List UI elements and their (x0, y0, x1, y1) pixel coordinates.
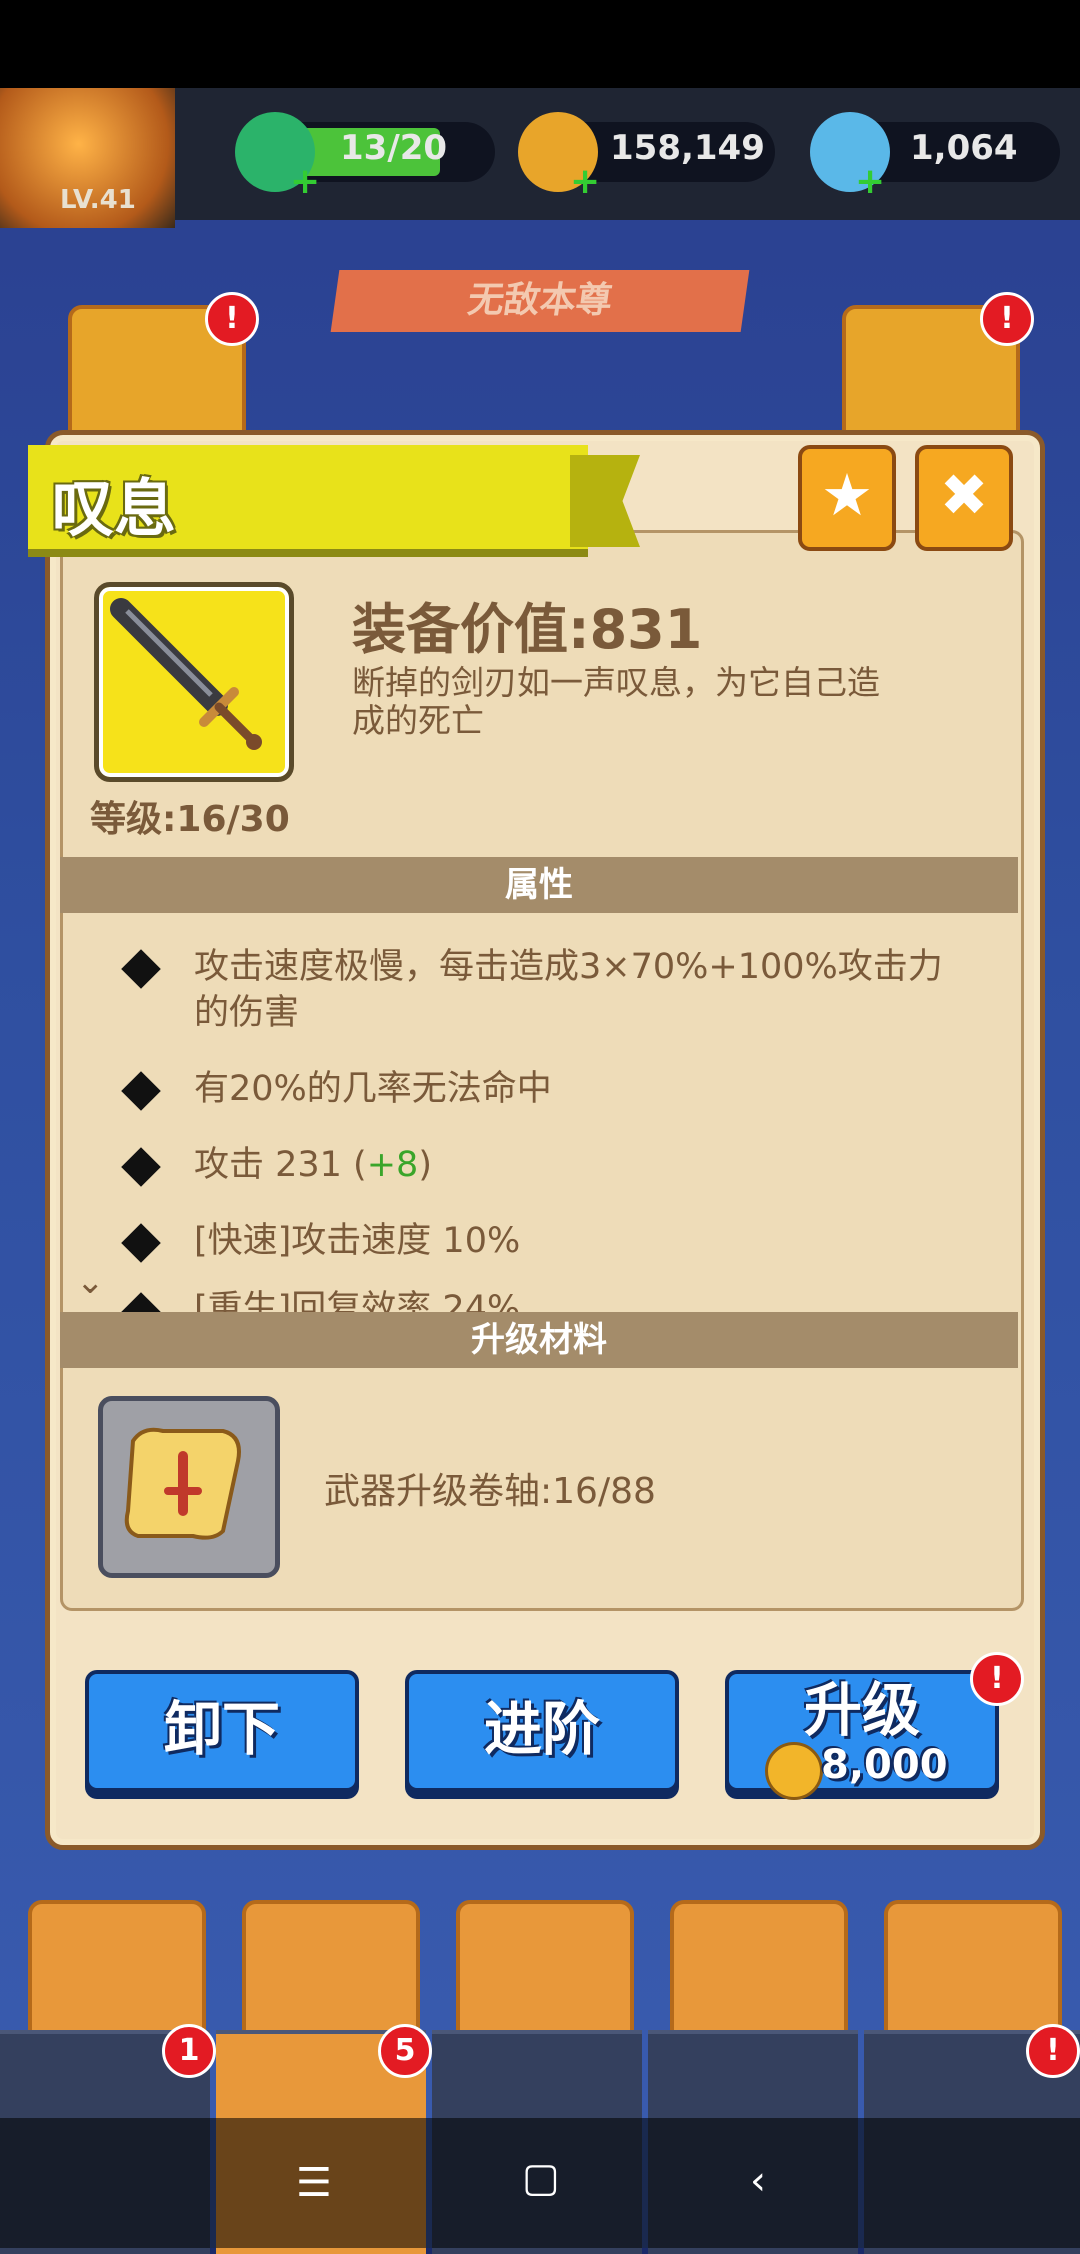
star-icon: ★ (821, 461, 873, 529)
attack-label: 攻击 231 ( (194, 1145, 367, 1185)
gold-coin-icon (765, 1742, 823, 1800)
attributes-header: 属性 (60, 857, 1018, 913)
item-description: 断掉的剑刃如一声叹息，为它自己造成的死亡 (352, 663, 880, 740)
upgrade-alert-badge: ! (970, 1652, 1024, 1706)
upgrade-label: 升级 (803, 1676, 920, 1744)
hero-badge: 5 (378, 2024, 432, 2078)
unequip-button[interactable]: 卸下 (85, 1670, 359, 1792)
add-gold-icon[interactable]: + (570, 164, 600, 200)
attack-bonus: +8 (366, 1145, 419, 1185)
home-icon[interactable]: ▢ (522, 2155, 560, 2201)
close-icon: ✖ (939, 461, 989, 529)
upgrade-cost: 8,000 (821, 1742, 948, 1788)
back-icon[interactable]: ‹ (750, 2158, 766, 2204)
attack-close: ) (418, 1145, 432, 1185)
attribute-attack: 攻击 231 (+8) (194, 1142, 954, 1188)
hero-title-banner: 无敌本尊 (330, 270, 750, 332)
menu-icon[interactable]: ☰ (296, 2160, 332, 2206)
chest-badge: 1 (162, 2024, 216, 2078)
energy-value: 13/20 (340, 128, 448, 168)
equip-value: 装备价值:831 (352, 598, 703, 661)
attribute-overflow: [重生]回复效率 24% (60, 1290, 1018, 1312)
gold-value: 158,149 (610, 128, 765, 168)
attribute-item: [快速]攻击速度 10% (194, 1221, 521, 1261)
item-level: 等级:16/30 (90, 799, 290, 840)
item-name: 叹息 (52, 472, 177, 545)
add-gem-icon[interactable]: + (855, 164, 885, 200)
favorite-button[interactable]: ★ (798, 445, 896, 551)
alert-badge: ! (980, 292, 1034, 346)
material-icon-frame[interactable] (98, 1396, 280, 1578)
alert-badge: ! (205, 292, 259, 346)
item-icon-frame (94, 582, 294, 782)
status-bar (0, 0, 1080, 88)
add-energy-icon[interactable]: + (290, 164, 320, 200)
cards-badge: ! (1026, 2024, 1080, 2078)
material-count: 武器升级卷轴:16/88 (324, 1471, 656, 1512)
attribute-item: 攻击速度极慢，每击造成3×70%+100%攻击力的伤害 (194, 947, 943, 1033)
gem-value: 1,064 (910, 128, 1018, 168)
bullet-icon (121, 1292, 161, 1312)
close-button[interactable]: ✖ (915, 445, 1013, 551)
advance-button[interactable]: 进阶 (405, 1670, 679, 1792)
chevron-down-icon[interactable]: ⌄ (76, 1262, 105, 1302)
upgrade-button[interactable]: 升级 8,000 (725, 1670, 999, 1800)
attribute-item: [重生]回复效率 24% (194, 1290, 521, 1312)
attribute-item: 有20%的几率无法命中 (194, 1069, 552, 1109)
materials-header: 升级材料 (60, 1312, 1018, 1368)
upgrade-cost-row: 8,000 (729, 1740, 995, 1800)
player-level: LV.41 (60, 185, 136, 215)
sword-icon (110, 598, 262, 750)
scroll-icon (124, 1427, 241, 1540)
